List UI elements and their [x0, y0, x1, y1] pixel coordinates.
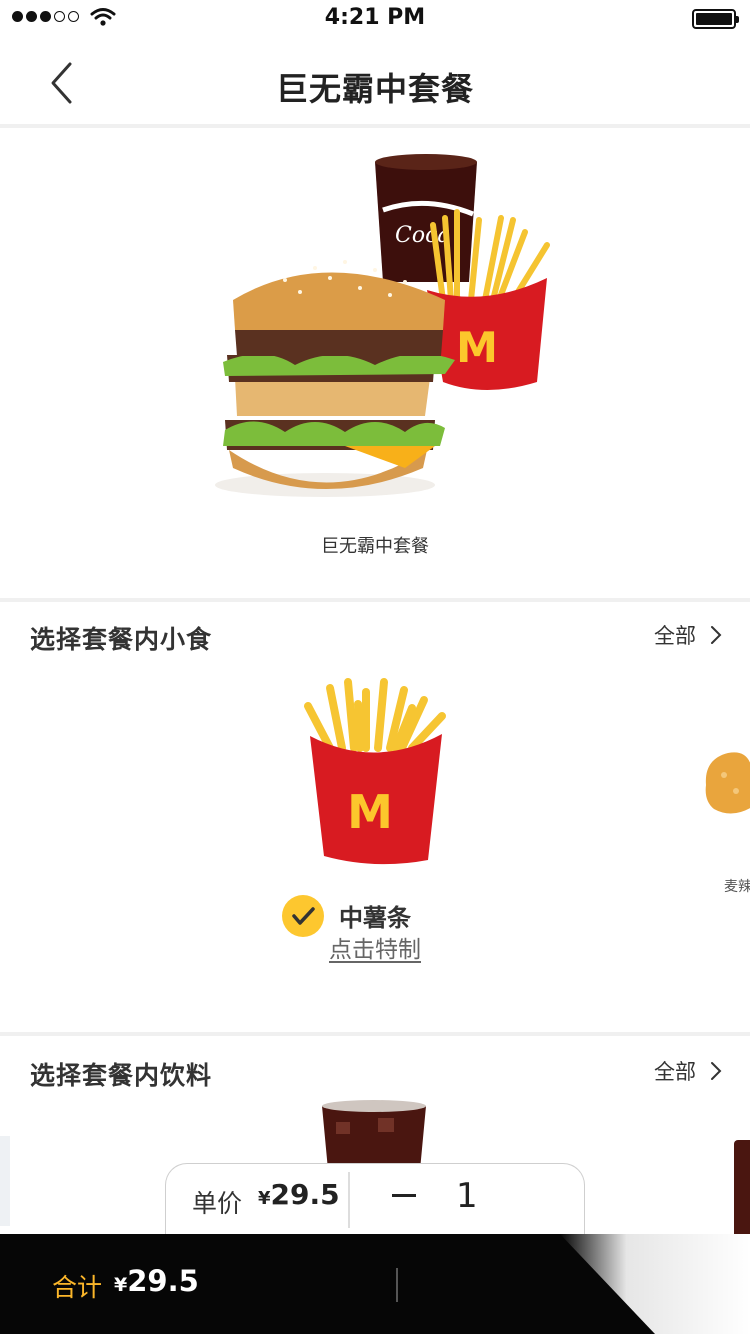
prev-drink-image[interactable]: [0, 1136, 10, 1226]
meal-caption: 巨无霸中套餐: [321, 536, 429, 557]
total-price: ¥29.5: [114, 1264, 199, 1298]
selected-side-name: 中薯条: [339, 904, 411, 932]
bottom-total-bar: 合计 ¥29.5: [0, 1234, 750, 1334]
divider: [0, 124, 750, 128]
drinks-all-link[interactable]: 全部: [654, 1056, 722, 1086]
unit-price: ¥29.5: [258, 1178, 340, 1211]
sides-section-header: 选择套餐内小食 全部: [0, 602, 750, 662]
sides-all-link[interactable]: 全部: [654, 620, 722, 650]
quantity-value: 1: [456, 1176, 478, 1216]
chevron-right-icon: [711, 1062, 722, 1080]
meal-image: Coca M: [215, 154, 550, 497]
sides-section-title: 选择套餐内小食: [30, 625, 213, 654]
drinks-section-header: 选择套餐内饮料 全部: [0, 1038, 750, 1098]
navigation-bar: 巨无霸中套餐: [0, 40, 750, 126]
quantity-panel: 单价 ¥29.5 1: [165, 1163, 585, 1237]
all-label: 全部: [654, 624, 696, 648]
svg-text:M: M: [347, 785, 393, 839]
nugget-image[interactable]: [702, 745, 750, 820]
status-time: 4:21 PM: [324, 5, 426, 30]
decrease-quantity-button[interactable]: [392, 1194, 416, 1197]
status-bar: 4:21 PM: [0, 0, 750, 40]
divider: [0, 1032, 750, 1036]
total-label: 合计: [52, 1273, 103, 1302]
checkout-area[interactable]: [560, 1234, 750, 1334]
divider: [348, 1172, 350, 1228]
svg-text:Coca: Coca: [395, 223, 451, 248]
next-drink-image[interactable]: [734, 1140, 750, 1234]
cola-image[interactable]: [318, 1100, 430, 1170]
meal-hero: Coca M 巨无霸中套餐: [0, 130, 750, 598]
chevron-right-icon: [711, 626, 722, 644]
battery-icon: [692, 9, 739, 29]
page-title: 巨无霸中套餐: [275, 70, 474, 108]
next-item-label: 麦辣: [724, 879, 750, 895]
all-label: 全部: [654, 1060, 696, 1084]
unit-price-label: 单价: [192, 1189, 243, 1218]
drinks-section-title: 选择套餐内饮料: [30, 1061, 213, 1090]
divider: [396, 1268, 398, 1302]
fries-image[interactable]: M: [300, 678, 450, 868]
svg-text:M: M: [456, 323, 498, 372]
customize-link[interactable]: 点击特制: [0, 930, 750, 964]
customize-label: 点击特制: [329, 937, 421, 963]
